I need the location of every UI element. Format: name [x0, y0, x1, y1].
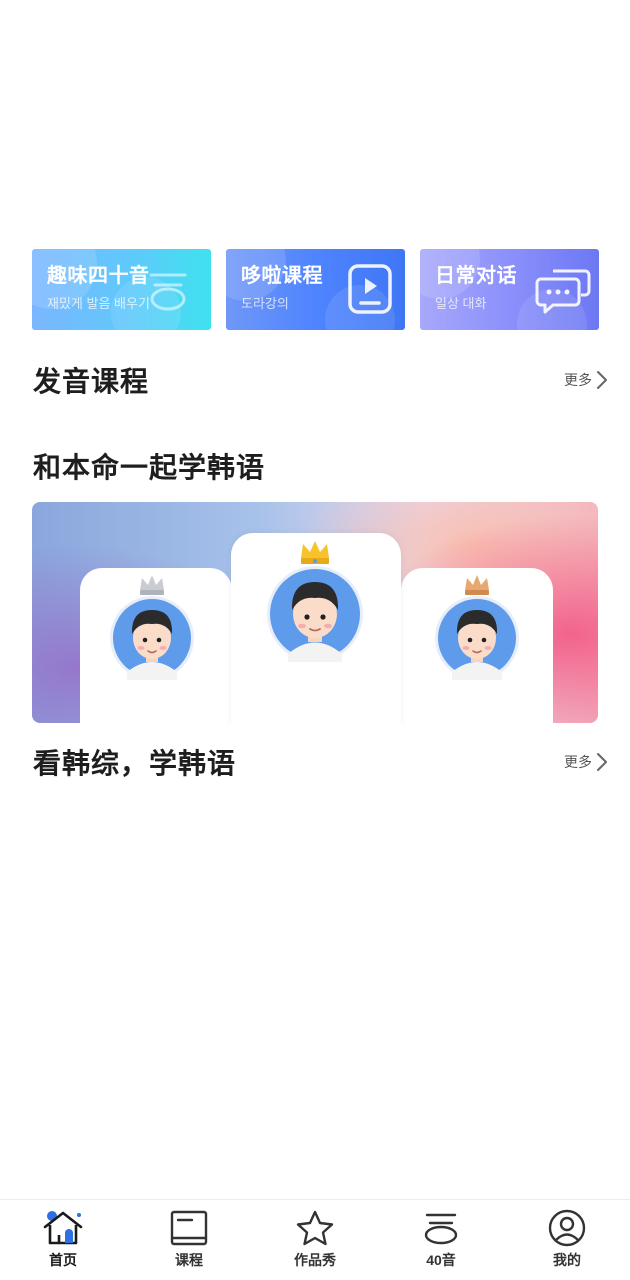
nav-label: 课程	[175, 1252, 203, 1268]
card-title: 趣味四十音	[47, 265, 150, 287]
card-subtitle: 도라강의	[241, 296, 289, 311]
nav-label: 作品秀	[294, 1252, 336, 1268]
card-fun-forty-sounds[interactable]: 趣味四十音 재밌게 발음 배우기	[32, 249, 211, 330]
nav-label: 首页	[49, 1252, 77, 1268]
chevron-right-icon	[597, 371, 607, 389]
more-label: 更多	[564, 754, 592, 770]
ranking-banner[interactable]	[32, 502, 598, 723]
card-daily-conversation[interactable]: 日常对话 일상 대화	[420, 249, 599, 330]
variety-section-header: 看韩综，学韩语 更多	[33, 742, 608, 782]
home-icon	[43, 1211, 83, 1245]
card-dora-course[interactable]: 哆啦课程 도라강의	[226, 249, 405, 330]
nav-home[interactable]: 首页	[0, 1200, 126, 1280]
nav-forty-sounds[interactable]: 40音	[378, 1200, 504, 1280]
more-label: 更多	[564, 372, 592, 388]
nav-label: 40音	[426, 1252, 456, 1268]
silver-crown-icon	[140, 575, 164, 595]
bronze-crown-icon	[465, 575, 489, 595]
avatar-first[interactable]	[264, 538, 366, 664]
nav-profile[interactable]: 我的	[504, 1200, 630, 1280]
chevron-right-icon	[597, 753, 607, 771]
section-title: 发音课程	[33, 366, 150, 397]
feature-cards: 趣味四十音 재밌게 발음 배우기 哆啦课程 도라강의 日常对话 일상 대화	[32, 249, 599, 330]
section-title: 和本命一起学韩语	[33, 452, 266, 483]
home-screen: 趣味四十音 재밌게 발음 배우기 哆啦课程 도라강의 日常对话 일상 대화 发音…	[0, 0, 630, 1280]
more-link[interactable]: 更多	[564, 370, 608, 390]
card-subtitle: 일상 대화	[435, 296, 487, 311]
hangul-icon	[424, 1213, 458, 1245]
pronunciation-section-header: 发音课程 更多	[33, 360, 608, 400]
book-icon	[170, 1210, 208, 1246]
nav-label: 我的	[553, 1252, 581, 1268]
bottom-nav: 首页 课程 作品秀 40音 我的	[0, 1199, 630, 1280]
card-title: 哆啦课程	[241, 265, 323, 287]
profile-icon	[548, 1209, 586, 1247]
gold-crown-icon	[301, 541, 329, 564]
avatar-second[interactable]	[107, 572, 197, 682]
more-link[interactable]: 更多	[564, 752, 608, 772]
avatar-third[interactable]	[432, 572, 522, 682]
star-icon	[296, 1210, 334, 1246]
nav-works[interactable]: 作品秀	[252, 1200, 378, 1280]
learn-with-idol-header: 和本命一起学韩语	[33, 446, 608, 486]
card-subtitle: 재밌게 발음 배우기	[47, 296, 150, 311]
section-title: 看韩综，学韩语	[33, 748, 237, 779]
card-title: 日常对话	[435, 265, 517, 287]
nav-courses[interactable]: 课程	[126, 1200, 252, 1280]
